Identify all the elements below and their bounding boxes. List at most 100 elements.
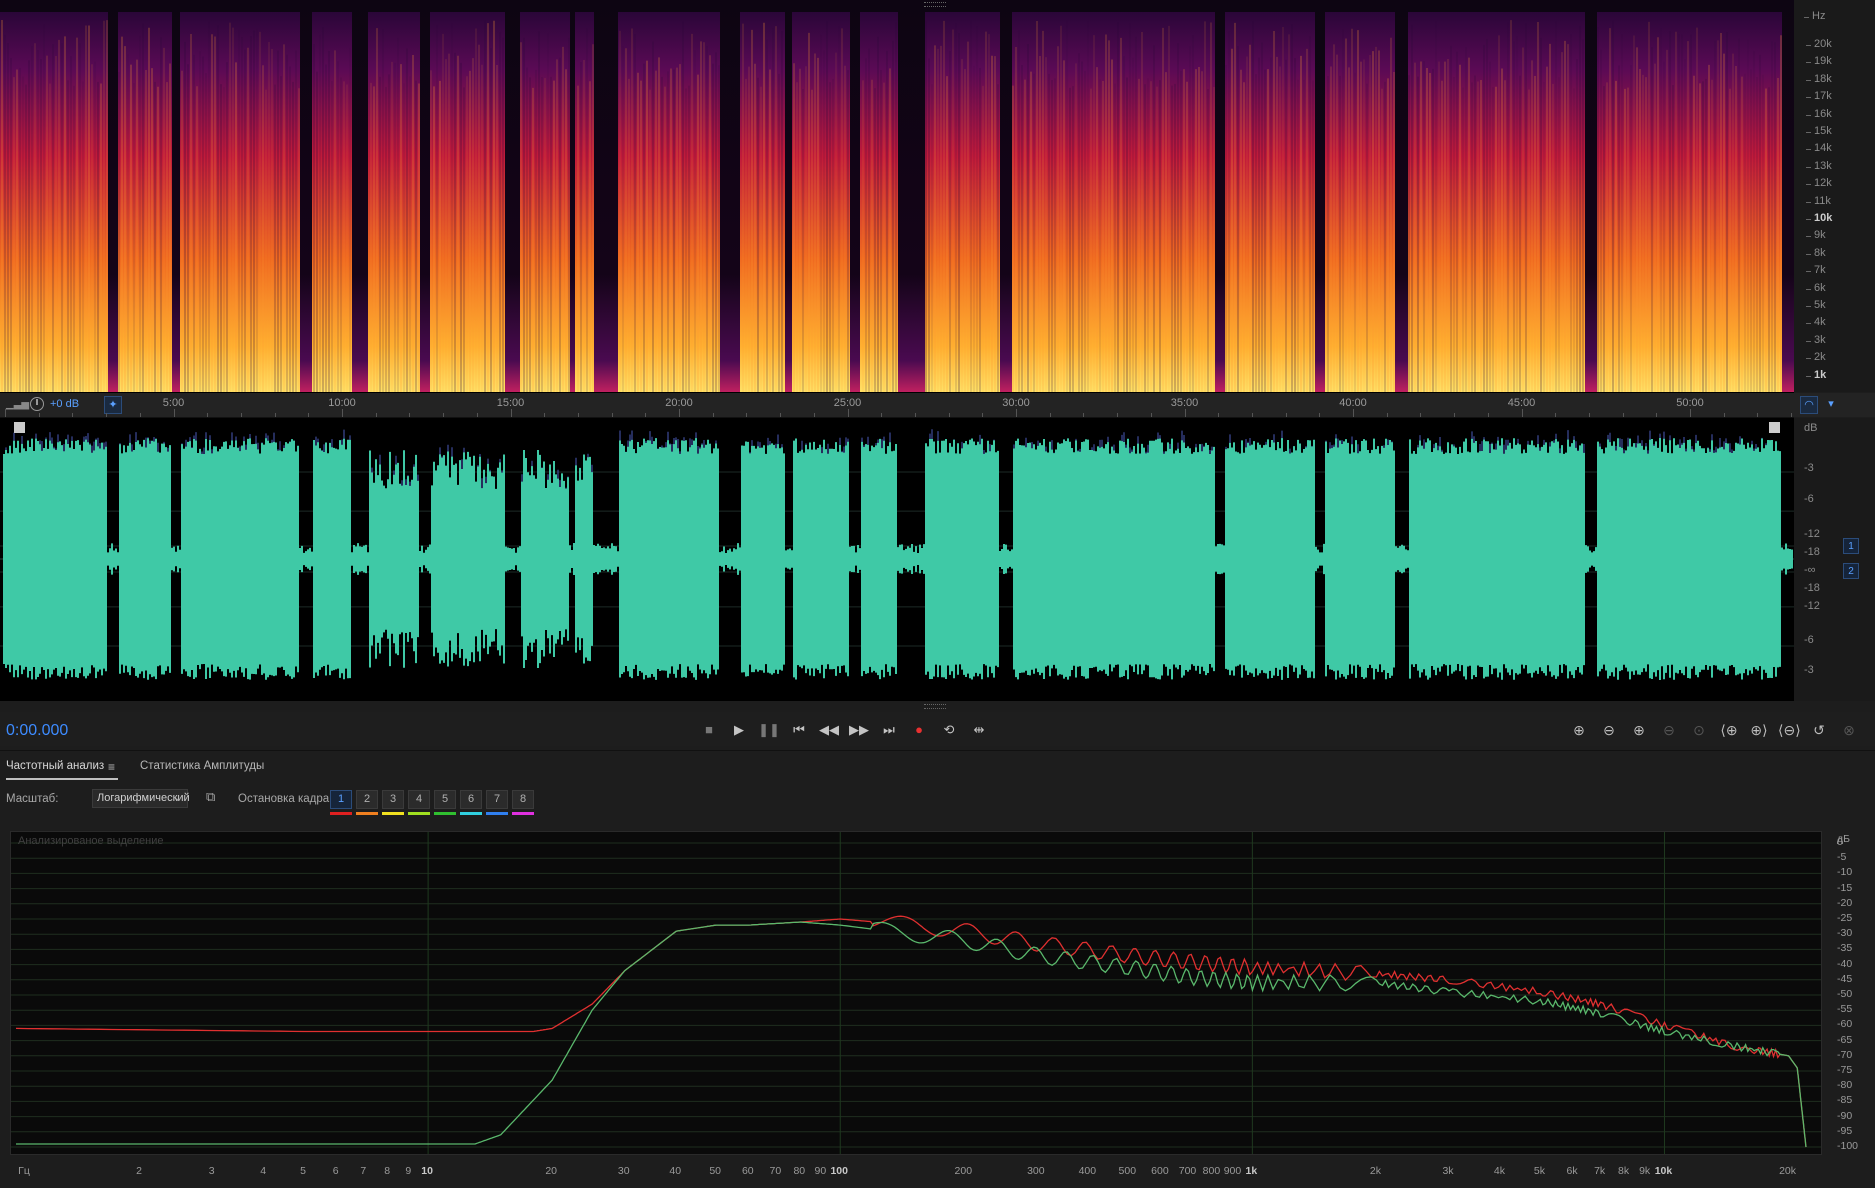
tab-menu-icon[interactable]: ≡ [108, 760, 115, 774]
zoom-spectral-icon[interactable]: ⊗ [1838, 720, 1860, 740]
tab-amplitude-statistics[interactable]: Статистика Амплитуды [140, 760, 264, 772]
spectral-display[interactable] [0, 0, 1794, 393]
zoom-in-right-icon[interactable]: ⊕⟩ [1748, 720, 1770, 740]
stop-icon[interactable]: ■ [698, 720, 720, 740]
hz-tick-label: 20k [1806, 38, 1832, 50]
y-tick-label: -10 [1837, 866, 1853, 879]
y-tick-label: -30 [1837, 927, 1853, 940]
hz-tick-label: 3k [1806, 333, 1826, 346]
x-tick-label: 40 [669, 1165, 682, 1177]
channel-2-badge[interactable]: 2 [1843, 563, 1859, 579]
y-tick-label: -45 [1837, 972, 1853, 985]
play-icon[interactable]: ▶ [728, 720, 750, 740]
zoom-out-full-icon[interactable]: ⟨⊖⟩ [1778, 720, 1801, 740]
copy-icon[interactable]: ⧉ [206, 789, 215, 805]
gain-knob-icon[interactable] [30, 397, 44, 411]
time-tick [1588, 413, 1590, 417]
time-tick [1083, 413, 1085, 417]
time-tick [308, 413, 310, 417]
waveform-resize-grip[interactable] [924, 704, 946, 709]
x-tick-label: 900 [1223, 1165, 1242, 1177]
plot-title: Анализированое выделение [18, 835, 164, 847]
scale-select[interactable]: Логарифмический ⌄ [92, 789, 190, 808]
time-label: 50:00 [1676, 397, 1704, 409]
db-tick-label: -3 [1804, 664, 1814, 676]
x-tick-label: 8 [384, 1165, 391, 1177]
fast-forward-icon[interactable]: ▶▶ [848, 720, 870, 740]
zoom-selection-icon[interactable]: ⊙ [1688, 720, 1710, 740]
zoom-in-time-icon[interactable]: ⊕ [1628, 720, 1650, 740]
time-tick [1555, 413, 1557, 417]
zoom-in-left-icon[interactable]: ⟨⊕ [1718, 720, 1740, 740]
time-tick [38, 413, 40, 417]
time-label: 20:00 [665, 397, 693, 409]
amplitude-ruler: dB -3 -6 -12 -18 -∞ -18 -12 -6 -3 [1794, 418, 1875, 701]
frequency-plot[interactable] [10, 831, 1822, 1155]
waveform-display[interactable] [0, 418, 1794, 701]
time-tick [577, 413, 579, 417]
zoom-out-time-icon[interactable]: ⊖ [1658, 720, 1680, 740]
pin-icon[interactable]: ✦ [104, 396, 122, 414]
x-tick-label: 5 [300, 1165, 306, 1177]
time-tick [1251, 413, 1253, 417]
x-tick-label: 5k [1533, 1165, 1545, 1177]
frame-hold-button-3[interactable]: 3 [382, 790, 404, 809]
x-tick-label: 4 [260, 1165, 267, 1177]
pause-icon[interactable]: ❚❚ [758, 720, 780, 740]
time-tick [1757, 413, 1759, 417]
record-icon[interactable]: ● [908, 720, 930, 740]
frame-hold-button-1[interactable]: 1 [330, 790, 352, 809]
frame-color-swatch [408, 812, 430, 815]
zoom-reset-icon[interactable]: ↺ [1808, 720, 1830, 740]
time-tick [982, 413, 984, 417]
skip-selection-icon[interactable]: ⇹ [968, 720, 990, 740]
zoom-in-amplitude-icon[interactable]: ⊕ [1568, 720, 1590, 740]
fade-in-handle-icon[interactable] [14, 422, 25, 433]
y-tick-label: -20 [1837, 896, 1853, 909]
frame-hold-button-4[interactable]: 4 [408, 790, 430, 809]
frequency-db-ruler: дБ 0 -5 -10 -15 -20 -25 -30 -35 -40 -45 -50 -55 -60 -6… [1822, 831, 1875, 1155]
panel-divider [0, 750, 1875, 751]
time-tick [1184, 409, 1186, 417]
y-tick-label: -60 [1837, 1018, 1853, 1031]
frame-hold-label: Остановка кадра: [238, 793, 333, 805]
frame-hold-button-2[interactable]: 2 [356, 790, 378, 809]
rewind-icon[interactable]: ◀◀ [818, 720, 840, 740]
tab-frequency-analysis[interactable]: Частотный анализ [6, 760, 104, 772]
loop-icon[interactable]: ⟲ [938, 720, 960, 740]
hz-tick-label: 18k [1806, 72, 1832, 85]
fade-out-handle-icon[interactable] [1769, 422, 1780, 433]
time-tick [5, 409, 6, 417]
frame-hold-button-7[interactable]: 7 [486, 790, 508, 809]
y-tick-label: 0 [1837, 836, 1843, 848]
time-tick [139, 413, 141, 417]
headphones-icon[interactable]: ◠ [1800, 396, 1818, 414]
x-tick-label: 70 [769, 1165, 782, 1177]
time-tick [1150, 413, 1152, 417]
timecode[interactable]: 0:00.000 [6, 722, 68, 740]
chevron-down-icon: ⌄ [173, 792, 183, 804]
time-tick [881, 413, 883, 417]
frame-hold-button-6[interactable]: 6 [460, 790, 482, 809]
time-tick [1117, 413, 1119, 417]
frame-hold-button-8[interactable]: 8 [512, 790, 534, 809]
db-tick-label: -12 [1804, 600, 1820, 612]
panel-resize-grip[interactable] [924, 2, 946, 7]
time-ruler[interactable]: ▁▃▅ +0 dB ✦ 5:00 10:00 15:00 20:00 25:00 30:0… [0, 393, 1794, 418]
time-tick [510, 409, 512, 417]
x-tick-label: 20k [1779, 1165, 1796, 1177]
time-tick [645, 413, 647, 417]
marker-icon[interactable]: ▾ [1822, 396, 1840, 414]
frame-hold-button-5[interactable]: 5 [434, 790, 456, 809]
hz-tick-label: 17k [1806, 90, 1832, 103]
hz-tick-label: 13k [1806, 159, 1832, 172]
x-tick-label: 300 [1027, 1165, 1045, 1177]
time-tick [443, 413, 445, 417]
time-tick [1622, 413, 1624, 417]
skip-start-icon[interactable]: ⏮ [788, 720, 810, 740]
time-tick [1454, 413, 1456, 417]
zoom-out-amplitude-icon[interactable]: ⊖ [1598, 720, 1620, 740]
skip-end-icon[interactable]: ⏭ [878, 720, 900, 740]
channel-1-badge[interactable]: 1 [1843, 538, 1859, 554]
x-tick-label: 700 [1178, 1165, 1197, 1177]
